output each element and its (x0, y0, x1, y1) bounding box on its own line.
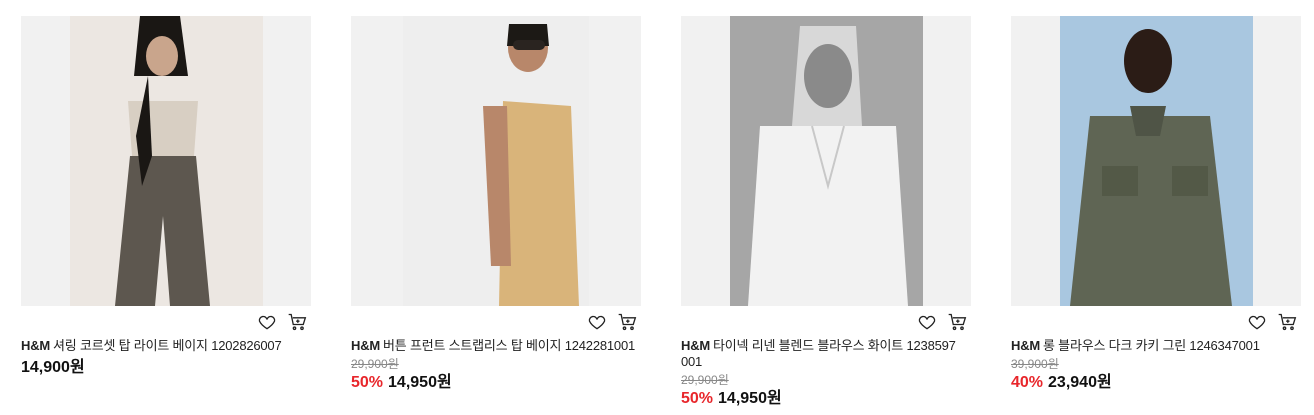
product-name: 버튼 프런트 스트랩리스 탑 베이지 1242281001 (383, 338, 636, 353)
product-name: 타이넥 리넨 블렌드 블라우스 화이트 1238597001 (681, 338, 956, 369)
cart-icon[interactable] (287, 312, 307, 332)
product-brand: H&M (681, 338, 711, 353)
product-card[interactable]: H&M 셔링 코르셋 탑 라이트 베이지 1202826007 14,900원 (21, 16, 311, 378)
discount-rate: 50% (681, 390, 714, 407)
product-title[interactable]: H&M 롱 블라우스 다크 카키 그린 1246347001 (1011, 338, 1301, 354)
original-price: 29,900원 (351, 357, 399, 371)
product-actions (21, 306, 311, 338)
product-actions (351, 306, 641, 338)
product-price: 14,950원 (718, 390, 782, 407)
product-actions (1011, 306, 1301, 338)
product-title[interactable]: H&M 셔링 코르셋 탑 라이트 베이지 1202826007 (21, 338, 311, 354)
cart-icon[interactable] (947, 312, 967, 332)
product-price: 14,900원 (21, 359, 85, 376)
product-price: 23,940원 (1048, 374, 1112, 391)
discount-rate: 50% (351, 374, 384, 391)
cart-icon[interactable] (1277, 312, 1297, 332)
product-title[interactable]: H&M 타이넥 리넨 블렌드 블라우스 화이트 1238597001 (681, 338, 956, 370)
product-card[interactable]: H&M 버튼 프런트 스트랩리스 탑 베이지 1242281001 29,900원… (351, 16, 641, 393)
product-title[interactable]: H&M 버튼 프런트 스트랩리스 탑 베이지 1242281001 (351, 338, 641, 354)
product-actions (681, 306, 971, 338)
original-price: 29,900원 (681, 373, 729, 387)
product-image[interactable] (21, 16, 311, 306)
heart-icon[interactable] (257, 312, 277, 332)
product-image[interactable] (681, 16, 971, 306)
product-price: 14,950원 (388, 374, 452, 391)
price-row: 50% 14,950원 (681, 389, 971, 409)
product-card[interactable]: H&M 타이넥 리넨 블렌드 블라우스 화이트 1238597001 29,900… (681, 16, 971, 409)
original-price: 39,900원 (1011, 357, 1059, 371)
cart-icon[interactable] (617, 312, 637, 332)
price-row: 14,900원 (21, 358, 311, 378)
product-image[interactable] (1011, 16, 1301, 306)
product-brand: H&M (21, 338, 51, 353)
product-card[interactable]: H&M 롱 블라우스 다크 카키 그린 1246347001 39,900원 40… (1011, 16, 1301, 393)
heart-icon[interactable] (587, 312, 607, 332)
product-image[interactable] (351, 16, 641, 306)
price-row: 40% 23,940원 (1011, 373, 1301, 393)
heart-icon[interactable] (1247, 312, 1267, 332)
product-name: 롱 블라우스 다크 카키 그린 1246347001 (1043, 338, 1260, 353)
product-brand: H&M (351, 338, 381, 353)
product-grid: H&M셔링 코르셋 탑 라이트 베이지 1202826007 14,900원 (0, 0, 1314, 415)
heart-icon[interactable] (917, 312, 937, 332)
discount-rate: 40% (1011, 374, 1044, 391)
price-row: 50% 14,950원 (351, 373, 641, 393)
product-brand: H&M (1011, 338, 1041, 353)
product-name: 셔링 코르셋 탑 라이트 베이지 1202826007 (53, 338, 282, 353)
